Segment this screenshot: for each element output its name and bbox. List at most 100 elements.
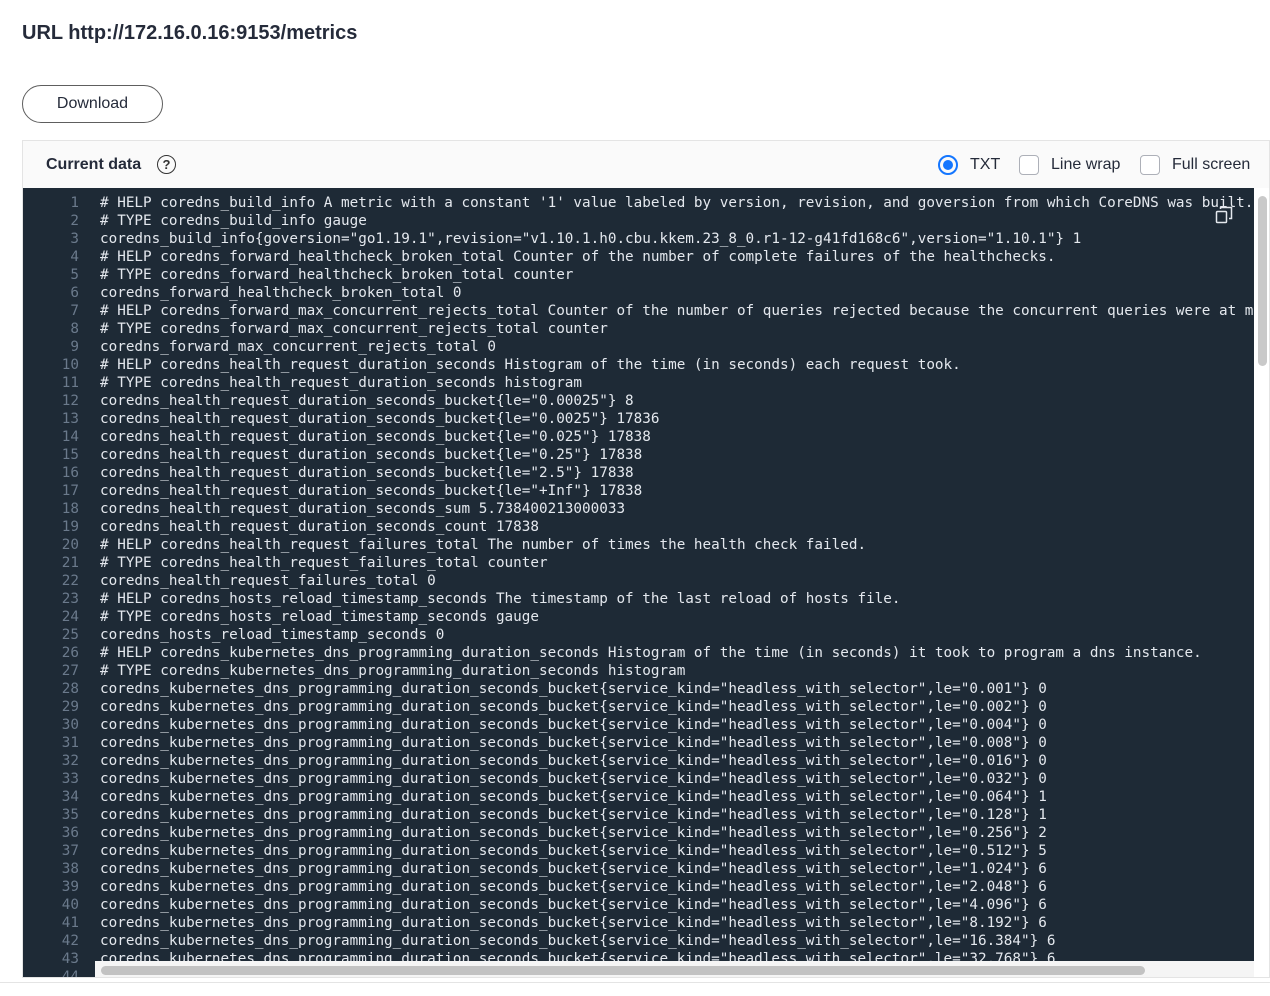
line-text: # TYPE coredns_build_info gauge [100,213,367,229]
line-number: 33 [61,771,79,787]
line-text: # TYPE coredns_health_request_duration_s… [100,375,583,391]
line-number: 22 [61,573,79,589]
txt-radio[interactable] [938,155,958,175]
line-text: # HELP coredns_forward_healthcheck_broke… [100,249,1056,265]
code-line: 40 coredns_kubernetes_dns_programming_dur… [23,896,1254,914]
line-number: 29 [61,699,79,715]
line-number: 32 [61,753,79,769]
line-number: 24 [61,609,79,625]
line-text: coredns_kubernetes_dns_programming_durat… [100,681,1047,697]
line-text: # TYPE coredns_hosts_reload_timestamp_se… [100,609,539,625]
code-line: 14 coredns_health_request_duration_second… [23,428,1254,446]
code-line: 6 coredns_forward_healthcheck_broken_tota… [23,284,1254,302]
code-line: 12 coredns_health_request_duration_second… [23,392,1254,410]
line-number: 14 [61,429,79,445]
line-number: 21 [61,555,79,571]
line-text: coredns_kubernetes_dns_programming_durat… [100,717,1047,733]
line-text: coredns_kubernetes_dns_programming_durat… [100,825,1047,841]
code-line: 13 coredns_health_request_duration_second… [23,410,1254,428]
line-text: # HELP coredns_health_request_failures_t… [100,537,867,553]
full-screen-option[interactable]: Full screen [1140,153,1250,177]
line-number: 16 [61,465,79,481]
line-text: coredns_build_info{goversion="go1.19.1",… [100,231,1082,247]
download-button[interactable]: Download [22,85,163,123]
line-text: coredns_health_request_duration_seconds_… [100,519,539,535]
metrics-code-viewer[interactable]: 1 # HELP coredns_build_info A metric with… [23,188,1254,978]
line-number: 39 [61,879,79,895]
radio-selected-dot [943,160,953,170]
line-number: 25 [61,627,79,643]
line-number: 28 [61,681,79,697]
current-data-panel: Current data ? TXT Line wrap Full screen… [22,140,1270,978]
vertical-scrollbar[interactable] [1254,188,1269,977]
line-number: 40 [61,897,79,913]
line-number: 2 [70,213,79,229]
line-text: coredns_health_request_duration_seconds_… [100,411,660,427]
line-wrap-checkbox[interactable] [1019,155,1039,175]
line-number: 42 [61,933,79,949]
line-number: 4 [70,249,79,265]
code-line: 15 coredns_health_request_duration_second… [23,446,1254,464]
code-line: 19 coredns_health_request_duration_second… [23,518,1254,536]
line-text: coredns_kubernetes_dns_programming_durat… [100,861,1047,877]
copy-icon[interactable] [1214,205,1234,225]
code-line: 27 # TYPE coredns_kubernetes_dns_programm… [23,662,1254,680]
line-text: coredns_kubernetes_dns_programming_durat… [100,771,1047,787]
line-text: # TYPE coredns_health_request_failures_t… [100,555,548,571]
line-text: # HELP coredns_build_info A metric with … [100,195,1254,211]
line-text: coredns_kubernetes_dns_programming_durat… [100,807,1047,823]
line-number: 9 [70,339,79,355]
line-number: 7 [70,303,79,319]
line-number: 18 [61,501,79,517]
code-line: 30 coredns_kubernetes_dns_programming_dur… [23,716,1254,734]
txt-radio-option[interactable]: TXT [938,153,1000,177]
line-text: # HELP coredns_hosts_reload_timestamp_se… [100,591,901,607]
line-wrap-option[interactable]: Line wrap [1019,153,1120,177]
code-line: 41 coredns_kubernetes_dns_programming_dur… [23,914,1254,932]
line-text: coredns_kubernetes_dns_programming_durat… [100,933,1056,949]
code-line: 16 coredns_health_request_duration_second… [23,464,1254,482]
code-line: 18 coredns_health_request_duration_second… [23,500,1254,518]
line-text: coredns_health_request_duration_seconds_… [100,465,634,481]
line-text: coredns_kubernetes_dns_programming_durat… [100,753,1047,769]
panel-title: Current data [46,156,142,173]
line-number: 43 [61,951,79,967]
code-line: 39 coredns_kubernetes_dns_programming_dur… [23,878,1254,896]
line-text: coredns_health_request_duration_seconds_… [100,429,651,445]
line-number: 15 [61,447,79,463]
line-number: 37 [61,843,79,859]
horizontal-scrollbar[interactable] [95,961,1254,977]
code-line: 38 coredns_kubernetes_dns_programming_dur… [23,860,1254,878]
line-number: 31 [61,735,79,751]
horizontal-scroll-thumb[interactable] [101,966,1145,975]
code-line: 11 # TYPE coredns_health_request_duration… [23,374,1254,392]
line-text: coredns_kubernetes_dns_programming_durat… [100,843,1047,859]
code-line: 37 coredns_kubernetes_dns_programming_dur… [23,842,1254,860]
line-number: 10 [61,357,79,373]
code-line: 10 # HELP coredns_health_request_duration… [23,356,1254,374]
code-line: 42 coredns_kubernetes_dns_programming_dur… [23,932,1254,950]
line-number: 12 [61,393,79,409]
line-text: coredns_health_request_duration_seconds_… [100,393,634,409]
help-icon[interactable]: ? [157,155,176,174]
code-line: 33 coredns_kubernetes_dns_programming_dur… [23,770,1254,788]
line-number: 13 [61,411,79,427]
code-line: 3 coredns_build_info{goversion="go1.19.1"… [23,230,1254,248]
line-number: 3 [70,231,79,247]
vertical-scroll-thumb[interactable] [1258,196,1267,366]
code-line: 25 coredns_hosts_reload_timestamp_seconds… [23,626,1254,644]
code-line: 31 coredns_kubernetes_dns_programming_dur… [23,734,1254,752]
code-line: 9 coredns_forward_max_concurrent_rejects_… [23,338,1254,356]
full-screen-label: Full screen [1172,156,1251,173]
line-number: 8 [70,321,79,337]
line-text: # HELP coredns_health_request_duration_s… [100,357,961,373]
line-number: 30 [61,717,79,733]
line-number: 11 [61,375,79,391]
line-number: 34 [61,789,79,805]
line-number: 44 [61,969,79,978]
line-text: coredns_forward_healthcheck_broken_total… [100,285,462,301]
url-title: URL http://172.16.0.16:9153/metrics [22,22,358,44]
line-number: 1 [70,195,79,211]
full-screen-checkbox[interactable] [1140,155,1160,175]
line-text: coredns_kubernetes_dns_programming_durat… [100,789,1047,805]
